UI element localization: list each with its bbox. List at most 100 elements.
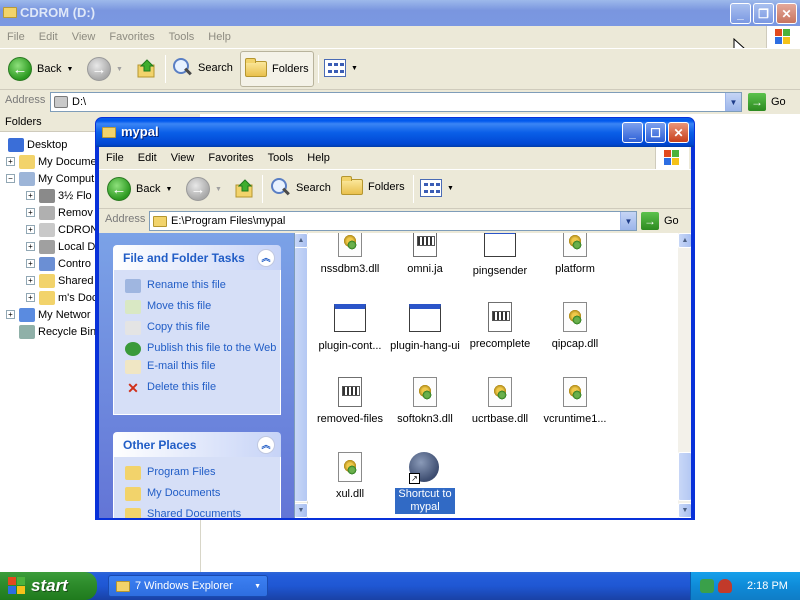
go-button[interactable]: → Go xyxy=(748,93,786,111)
forward-dropdown-icon[interactable]: ▼ xyxy=(215,186,222,193)
file-item[interactable]: qipcap.dll xyxy=(537,302,613,351)
file-item[interactable]: softokn3.dll xyxy=(387,377,463,426)
taskbar-explorer-group[interactable]: 7 Windows Explorer ▼ xyxy=(108,575,268,597)
mypal-explorer-window[interactable]: mypal _ ☐ ✕ File Edit View Favorites Too… xyxy=(95,117,695,520)
maximize-button[interactable]: ❐ xyxy=(753,3,774,24)
menu-tools[interactable]: Tools xyxy=(261,152,301,164)
menu-view[interactable]: View xyxy=(164,152,202,164)
file-item[interactable]: omni.ja xyxy=(387,233,463,276)
expand-icon[interactable]: + xyxy=(26,276,35,285)
close-button[interactable]: ✕ xyxy=(668,122,689,143)
collapse-chevron-icon[interactable]: ︽ xyxy=(257,248,275,267)
scroll-down-icon[interactable]: ▼ xyxy=(295,503,308,518)
tree-item-desktop[interactable]: Desktop xyxy=(8,136,67,153)
publish-web-link[interactable]: Publish this file to the Web xyxy=(125,342,280,356)
search-button[interactable]: Search xyxy=(269,177,331,199)
rename-file-link[interactable]: Rename this file xyxy=(125,279,280,293)
tree-item-m-documents[interactable]: + m's Doc xyxy=(26,289,97,306)
cdrom-titlebar[interactable]: CDROM (D:) _ ❐ ✕ xyxy=(0,0,800,26)
expand-icon[interactable]: + xyxy=(6,157,15,166)
tree-item-removable[interactable]: + Remov xyxy=(26,204,93,221)
file-item[interactable]: xul.dll xyxy=(312,452,388,501)
tree-item-local-disk[interactable]: + Local D xyxy=(26,238,95,255)
views-button[interactable]: ▼ xyxy=(324,59,358,77)
back-dropdown-icon[interactable]: ▼ xyxy=(66,66,73,73)
scroll-down-icon[interactable]: ▼ xyxy=(678,503,691,518)
network-tray-icon[interactable] xyxy=(700,579,714,593)
file-item[interactable]: pingsender xyxy=(462,233,538,278)
folders-button[interactable]: Folders xyxy=(341,176,405,195)
address-input[interactable]: E:\Program Files\mypal ▼ xyxy=(149,211,637,231)
left-pane-scrollbar[interactable]: ▲ ▼ xyxy=(295,233,308,518)
copy-file-link[interactable]: Copy this file xyxy=(125,321,280,335)
file-list-pane[interactable]: ▲ ▼ nssdbm3.dll omni.ja pingsender platform… xyxy=(294,233,691,518)
menu-tools[interactable]: Tools xyxy=(162,31,202,43)
tree-item-control-panel[interactable]: + Contro xyxy=(26,255,91,272)
tree-item-floppy[interactable]: + 3½ Flo xyxy=(26,187,92,204)
tree-item-my-computer[interactable]: − My Comput xyxy=(6,170,94,187)
tree-item-cdrom[interactable]: + CDRON xyxy=(26,221,98,238)
file-item[interactable]: ↗ Shortcut to mypal xyxy=(387,452,463,514)
menu-file[interactable]: File xyxy=(0,31,32,43)
tree-item-recycle-bin[interactable]: Recycle Bin xyxy=(19,323,96,340)
program-files-link[interactable]: Program Files xyxy=(125,466,280,480)
forward-dropdown-icon[interactable]: ▼ xyxy=(116,66,123,73)
scroll-thumb[interactable] xyxy=(295,247,308,502)
file-item[interactable]: nssdbm3.dll xyxy=(312,233,388,276)
clock[interactable]: 2:18 PM xyxy=(747,580,788,592)
menu-edit[interactable]: Edit xyxy=(32,31,65,43)
back-button[interactable]: ← Back ▼ xyxy=(107,177,172,201)
menu-view[interactable]: View xyxy=(65,31,103,43)
back-button[interactable]: ← Back ▼ xyxy=(8,57,73,81)
file-item[interactable]: removed-files xyxy=(312,377,388,426)
shared-documents-link[interactable]: Shared Documents xyxy=(125,508,280,518)
up-button[interactable] xyxy=(234,177,256,199)
folders-button[interactable]: Folders xyxy=(240,51,314,87)
security-shield-icon[interactable] xyxy=(718,579,732,593)
collapse-icon[interactable]: − xyxy=(6,174,15,183)
mypal-titlebar[interactable]: mypal _ ☐ ✕ xyxy=(96,118,694,147)
address-dropdown-icon[interactable]: ▼ xyxy=(725,93,741,111)
back-dropdown-icon[interactable]: ▼ xyxy=(165,186,172,193)
file-item[interactable]: ucrtbase.dll xyxy=(462,377,538,426)
scroll-up-icon[interactable]: ▲ xyxy=(678,233,691,248)
go-button[interactable]: → Go xyxy=(641,212,679,230)
tree-item-my-network[interactable]: + My Networ xyxy=(6,306,91,323)
views-button[interactable]: ▼ xyxy=(420,179,454,197)
close-button[interactable]: ✕ xyxy=(776,3,797,24)
file-item[interactable]: vcruntime1... xyxy=(537,377,613,426)
expand-icon[interactable]: + xyxy=(6,310,15,319)
menu-file[interactable]: File xyxy=(99,152,131,164)
file-item[interactable]: platform xyxy=(537,233,613,276)
file-folder-tasks-header[interactable]: File and Folder Tasks ︽ xyxy=(113,245,281,270)
tree-item-shared[interactable]: + Shared xyxy=(26,272,93,289)
move-file-link[interactable]: Move this file xyxy=(125,300,280,314)
scroll-up-icon[interactable]: ▲ xyxy=(295,233,308,248)
expand-icon[interactable]: + xyxy=(26,293,35,302)
my-documents-link[interactable]: My Documents xyxy=(125,487,280,501)
expand-icon[interactable]: + xyxy=(26,225,35,234)
other-places-header[interactable]: Other Places ︽ xyxy=(113,432,281,457)
tree-item-my-documents[interactable]: + My Docume xyxy=(6,153,97,170)
address-dropdown-icon[interactable]: ▼ xyxy=(620,212,636,230)
menu-help[interactable]: Help xyxy=(201,31,238,43)
expand-icon[interactable]: + xyxy=(26,259,35,268)
email-file-link[interactable]: E-mail this file xyxy=(125,360,280,374)
menu-favorites[interactable]: Favorites xyxy=(102,31,161,43)
minimize-button[interactable]: _ xyxy=(730,3,751,24)
file-item[interactable]: plugin-cont... xyxy=(312,302,388,353)
menu-help[interactable]: Help xyxy=(300,152,337,164)
vertical-scrollbar[interactable]: ▲ ▼ xyxy=(678,233,691,518)
forward-button[interactable]: → ▼ xyxy=(186,177,222,201)
expand-icon[interactable]: + xyxy=(26,191,35,200)
menu-edit[interactable]: Edit xyxy=(131,152,164,164)
maximize-button[interactable]: ☐ xyxy=(645,122,666,143)
forward-button[interactable]: → ▼ xyxy=(87,57,123,81)
collapse-chevron-icon[interactable]: ︽ xyxy=(257,435,275,454)
search-button[interactable]: Search xyxy=(171,57,233,79)
file-item[interactable]: plugin-hang-ui xyxy=(387,302,463,353)
minimize-button[interactable]: _ xyxy=(622,122,643,143)
scroll-thumb[interactable] xyxy=(678,452,691,501)
delete-file-link[interactable]: ✕ Delete this file xyxy=(125,381,280,395)
expand-icon[interactable]: + xyxy=(26,208,35,217)
